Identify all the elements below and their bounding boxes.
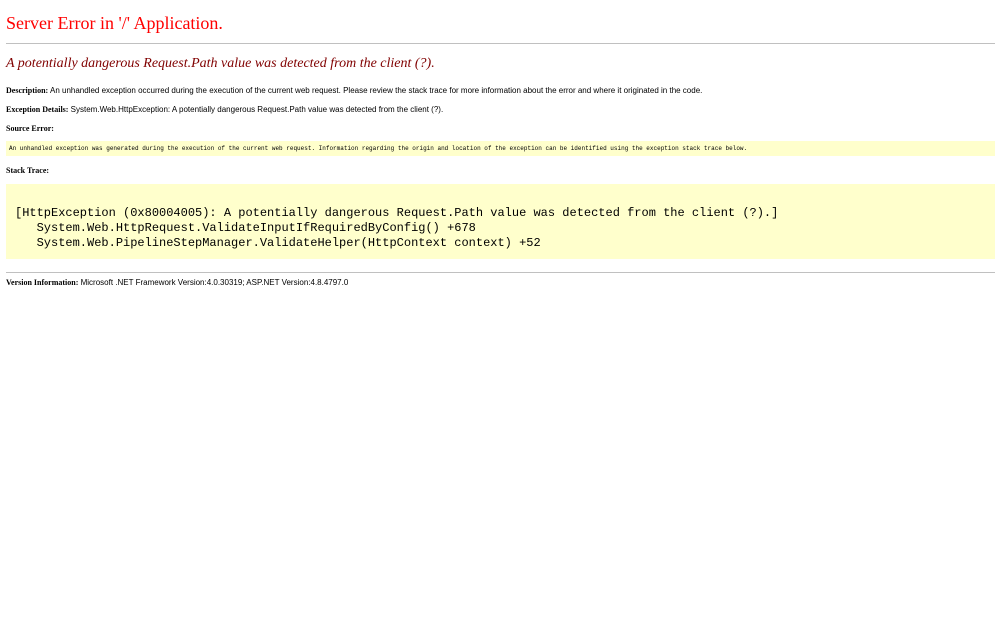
source-error-text: An unhandled exception was generated dur… <box>9 145 748 152</box>
page-title: Server Error in '/' Application. <box>6 13 223 33</box>
version-information-row: Version Information: Microsoft .NET Fram… <box>6 277 348 288</box>
source-error-box: An unhandled exception was generated dur… <box>6 141 995 156</box>
description-label: Description: <box>6 86 49 95</box>
exception-details-label: Exception Details: <box>6 105 69 114</box>
version-information-label: Version Information: <box>6 278 79 287</box>
version-divider <box>6 272 995 273</box>
stack-trace-text: [HttpException (0x80004005): A potential… <box>15 206 779 250</box>
description-row: Description: An unhandled exception occu… <box>6 85 702 96</box>
exception-details-row: Exception Details: System.Web.HttpExcept… <box>6 104 443 115</box>
source-error-label: Source Error: <box>6 124 54 133</box>
source-error-heading: Source Error: <box>6 123 54 134</box>
description-text: An unhandled exception occurred during t… <box>50 86 703 95</box>
title-divider <box>6 43 995 44</box>
version-information-text: Microsoft .NET Framework Version:4.0.303… <box>80 278 349 287</box>
error-subtitle: A potentially dangerous Request.Path val… <box>6 56 435 71</box>
exception-details-text: System.Web.HttpException: A potentially … <box>70 105 444 114</box>
stack-trace-label: Stack Trace: <box>6 166 50 175</box>
stack-trace-box: [HttpException (0x80004005): A potential… <box>6 184 995 259</box>
stack-trace-heading: Stack Trace: <box>6 165 49 176</box>
